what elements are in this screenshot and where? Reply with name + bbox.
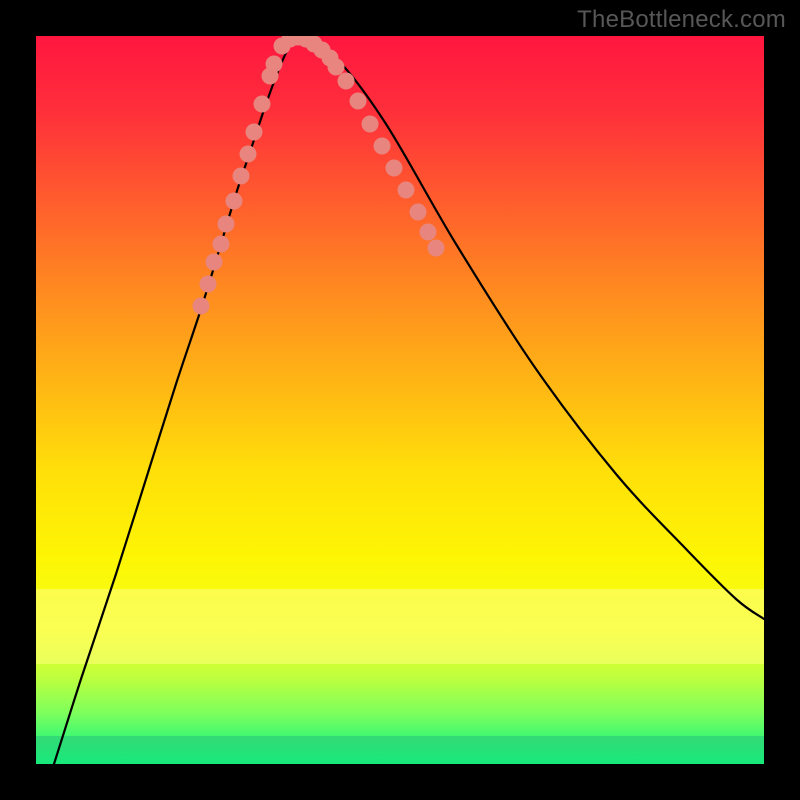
watermark-text: TheBottleneck.com — [577, 6, 786, 34]
highlight-dot — [218, 216, 235, 233]
highlight-dot — [200, 276, 217, 293]
highlight-dot — [193, 298, 210, 315]
curve-layer — [36, 36, 764, 764]
highlight-dot — [328, 59, 345, 76]
highlight-dot — [350, 93, 367, 110]
highlight-dot — [226, 193, 243, 210]
highlight-dot — [420, 224, 437, 241]
highlight-dot — [206, 254, 223, 271]
highlight-dot — [410, 204, 427, 221]
highlight-dot — [428, 240, 445, 257]
highlight-dot — [398, 182, 415, 199]
highlight-dot — [386, 160, 403, 177]
highlight-dot — [362, 116, 379, 133]
chart-stage: TheBottleneck.com — [0, 0, 800, 800]
highlight-dot — [338, 73, 355, 90]
highlight-dot — [213, 236, 230, 253]
highlight-dot — [254, 96, 271, 113]
highlight-dot — [246, 124, 263, 141]
highlight-dot — [233, 168, 250, 185]
dot-group — [193, 36, 445, 315]
v-curve — [54, 36, 764, 764]
highlight-dot — [374, 138, 391, 155]
highlight-dot — [240, 146, 257, 163]
plot-area — [36, 36, 764, 764]
highlight-dot — [266, 56, 283, 73]
